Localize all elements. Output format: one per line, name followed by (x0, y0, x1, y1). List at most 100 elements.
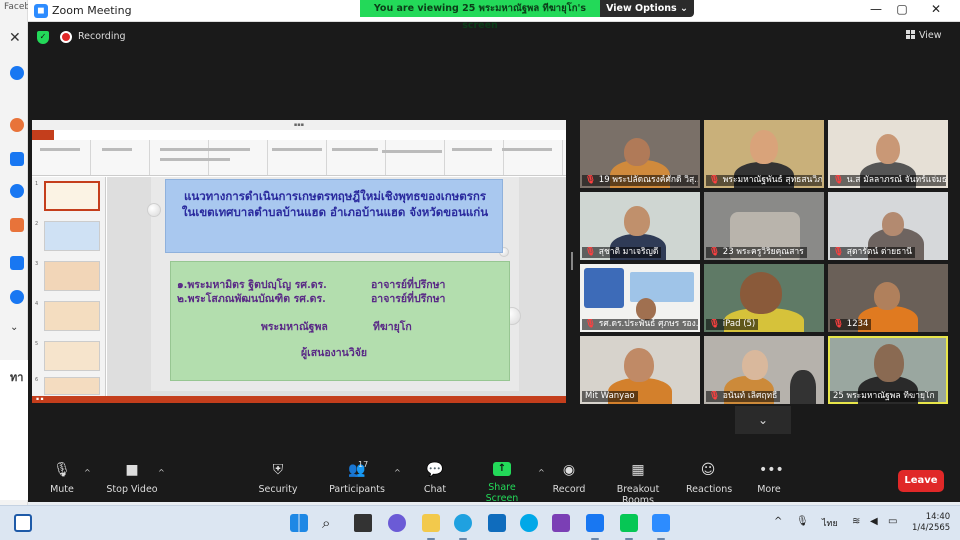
more-button[interactable]: ••• More (756, 462, 784, 495)
share-screen-button[interactable]: ↑ Share Screen ^ (474, 462, 545, 504)
participant-tile[interactable]: 🎙 23 พระครูวิริยคุณสาร (704, 192, 824, 260)
participants-button[interactable]: 👥 17 Participants ^ (328, 460, 401, 495)
participant-name-label: 🎙 19 พระปลัดณรงค์ศักดิ์ วิสุ... (582, 175, 698, 186)
encryption-shield-icon[interactable]: ✓ (37, 31, 49, 44)
participant-tile[interactable]: 🎙 อนันท์ เลิศฤทธิ์ (704, 336, 824, 404)
participant-name: สุชาติ มาเจริญดี (598, 247, 659, 257)
share-options-caret-icon[interactable]: ^ (538, 468, 545, 477)
taskbar-clock[interactable]: 14:40 1/4/2565 (912, 512, 950, 534)
participant-face (876, 134, 900, 164)
close-icon[interactable]: ✕ (926, 2, 946, 16)
participant-tile[interactable]: 🎙 1234 (828, 264, 948, 332)
view-button[interactable]: View (906, 30, 942, 41)
participant-tile[interactable]: 🎙 น.ส มัลลาภรณ์ จันทร์แจ่มธ... (828, 120, 948, 188)
background-close-icon[interactable]: ✕ (9, 30, 21, 46)
skype-icon[interactable] (520, 514, 538, 532)
participant-name-label: 🎙 อนันท์ เลิศฤทธิ์ (706, 391, 781, 402)
thumb-number: 2 (35, 221, 39, 227)
participant-tile-active-speaker[interactable]: 25 พระมหาณัฐพล ทีฆายุโก (828, 336, 948, 404)
slide-thumbnail[interactable] (44, 221, 100, 251)
tray-microphone-icon[interactable]: 🎙 (796, 516, 809, 527)
flag-icon[interactable] (10, 218, 24, 232)
clock-date: 1/4/2565 (912, 523, 951, 533)
participant-tile[interactable]: 🎙พระมหาณัฐพันธ์ สุทธสนวิภา... (704, 120, 824, 188)
slide-thumbnail[interactable] (44, 181, 100, 211)
chat-button[interactable]: 💬 Chat (420, 462, 450, 495)
groups-icon[interactable] (10, 290, 24, 304)
gallery-next-page-button[interactable]: ⌄ (735, 406, 791, 434)
windows-start-icon[interactable] (290, 514, 308, 532)
battery-icon[interactable]: ▭ (888, 516, 897, 527)
leave-button[interactable]: Leave (898, 470, 944, 492)
search-icon[interactable]: ⌕ (322, 514, 340, 532)
clock-icon[interactable] (10, 184, 24, 198)
breakout-rooms-button[interactable]: ▦ Breakout Rooms (602, 462, 674, 506)
participant-video (630, 272, 694, 302)
view-options-button[interactable]: View Options ⌄ (600, 0, 694, 17)
participant-face (882, 212, 904, 236)
participants-label: Participants (329, 484, 385, 495)
minimize-icon[interactable]: — (866, 2, 886, 16)
chevron-down-icon[interactable]: ⌄ (10, 322, 24, 336)
recording-label[interactable]: Recording (78, 31, 126, 42)
participant-name-label: 🎙 23 พระครูวิริยคุณสาร (706, 247, 807, 258)
file-explorer-icon[interactable] (422, 514, 440, 532)
participant-name-label: 🎙 รศ.ดร.ประพันธ์ ศุภษร รอง... (582, 319, 698, 330)
presenter-name: พระมหาณัฐพล (261, 321, 328, 333)
slide-thumbnail[interactable] (44, 341, 100, 371)
marketplace-icon[interactable] (10, 256, 24, 270)
zoom-window: ◼ Zoom Meeting You are viewing 25 พระมหา… (28, 0, 960, 506)
participant-name: Mit Wanyao (585, 391, 635, 401)
security-button[interactable]: ⛨ Security (256, 462, 300, 495)
participant-tile[interactable]: 🎙 รศ.ดร.ประพันธ์ ศุภษร รอง... (580, 264, 700, 332)
slide-title-box: แนวทางการดำเนินการเกษตรทฤษฎีใหม่เชิงพุทธ… (165, 179, 503, 253)
participant-tile[interactable]: 🎙 iPad (5) (704, 264, 824, 332)
mute-options-caret-icon[interactable]: ^ (84, 468, 91, 477)
layout-divider-handle[interactable] (571, 252, 573, 270)
participant-tile[interactable]: 🎙 19 พระปลัดณรงค์ศักดิ์ วิสุ... (580, 120, 700, 188)
view-label: View (919, 30, 942, 41)
reactions-button[interactable]: ☺ Reactions (686, 462, 732, 495)
mic-muted-icon: 🎙 (585, 247, 596, 257)
powerpoint-title-bar: ▪▪▪ (32, 120, 566, 130)
security-shield-icon: ⛨ (272, 462, 284, 478)
onenote-icon[interactable] (552, 514, 570, 532)
stop-video-button[interactable]: ■ Stop Video ^ (106, 462, 164, 495)
line-app-icon[interactable] (620, 514, 638, 532)
participant-tile[interactable]: Mit Wanyao (580, 336, 700, 404)
wifi-icon[interactable]: ≋ (852, 516, 860, 527)
participant-face (874, 344, 904, 382)
participant-name: อนันท์ เลิศฤทธิ์ (722, 391, 778, 401)
user-avatar-icon[interactable] (10, 118, 24, 132)
zoom-taskbar-icon[interactable] (652, 514, 670, 532)
slide-thumbnail[interactable] (44, 261, 100, 291)
participant-name-label: 🎙พระมหาณัฐพันธ์ สุทธสนวิภา... (706, 175, 822, 186)
participant-face (740, 272, 782, 314)
participants-options-caret-icon[interactable]: ^ (394, 468, 401, 477)
shared-screen[interactable]: ▪▪▪ 1 2 3 4 5 6 แนวทางการดำเนินการเกษตรท… (32, 120, 566, 403)
participant-tile[interactable]: 🎙 สุดารัตน์ ต่ายธานี (828, 192, 948, 260)
background-tab-text: Faceb (4, 2, 31, 12)
widgets-icon[interactable] (14, 514, 32, 532)
slide-thumbnail[interactable] (44, 301, 100, 331)
ribbon-placeholder (502, 148, 552, 151)
ribbon-placeholder (332, 148, 378, 151)
volume-icon[interactable]: ◀ (870, 516, 878, 527)
chat-app-icon[interactable] (388, 514, 406, 532)
tray-expand-icon[interactable]: ^ (774, 516, 782, 527)
slide-content-box: ๑.พระมหามิตร ฐิตปญฺโญ รศ.ดร. อาจารย์ที่ป… (170, 261, 510, 381)
edge-browser-icon[interactable] (454, 514, 472, 532)
friends-icon[interactable] (10, 152, 24, 166)
input-language[interactable]: ไทย (822, 516, 838, 530)
participant-tile[interactable]: 🎙 สุชาติ มาเจริญดี (580, 192, 700, 260)
mail-icon[interactable] (488, 514, 506, 532)
maximize-icon[interactable]: ▢ (892, 2, 912, 16)
slide-thumbnail[interactable] (44, 377, 100, 395)
mute-button[interactable]: 🎙 Mute ^ (46, 462, 91, 495)
record-button[interactable]: ◉ Record (552, 462, 586, 495)
task-view-icon[interactable] (354, 514, 372, 532)
video-options-caret-icon[interactable]: ^ (158, 468, 165, 477)
facebook-taskbar-icon[interactable] (586, 514, 604, 532)
ribbon-placeholder (382, 150, 442, 153)
facebook-icon[interactable] (10, 66, 24, 80)
